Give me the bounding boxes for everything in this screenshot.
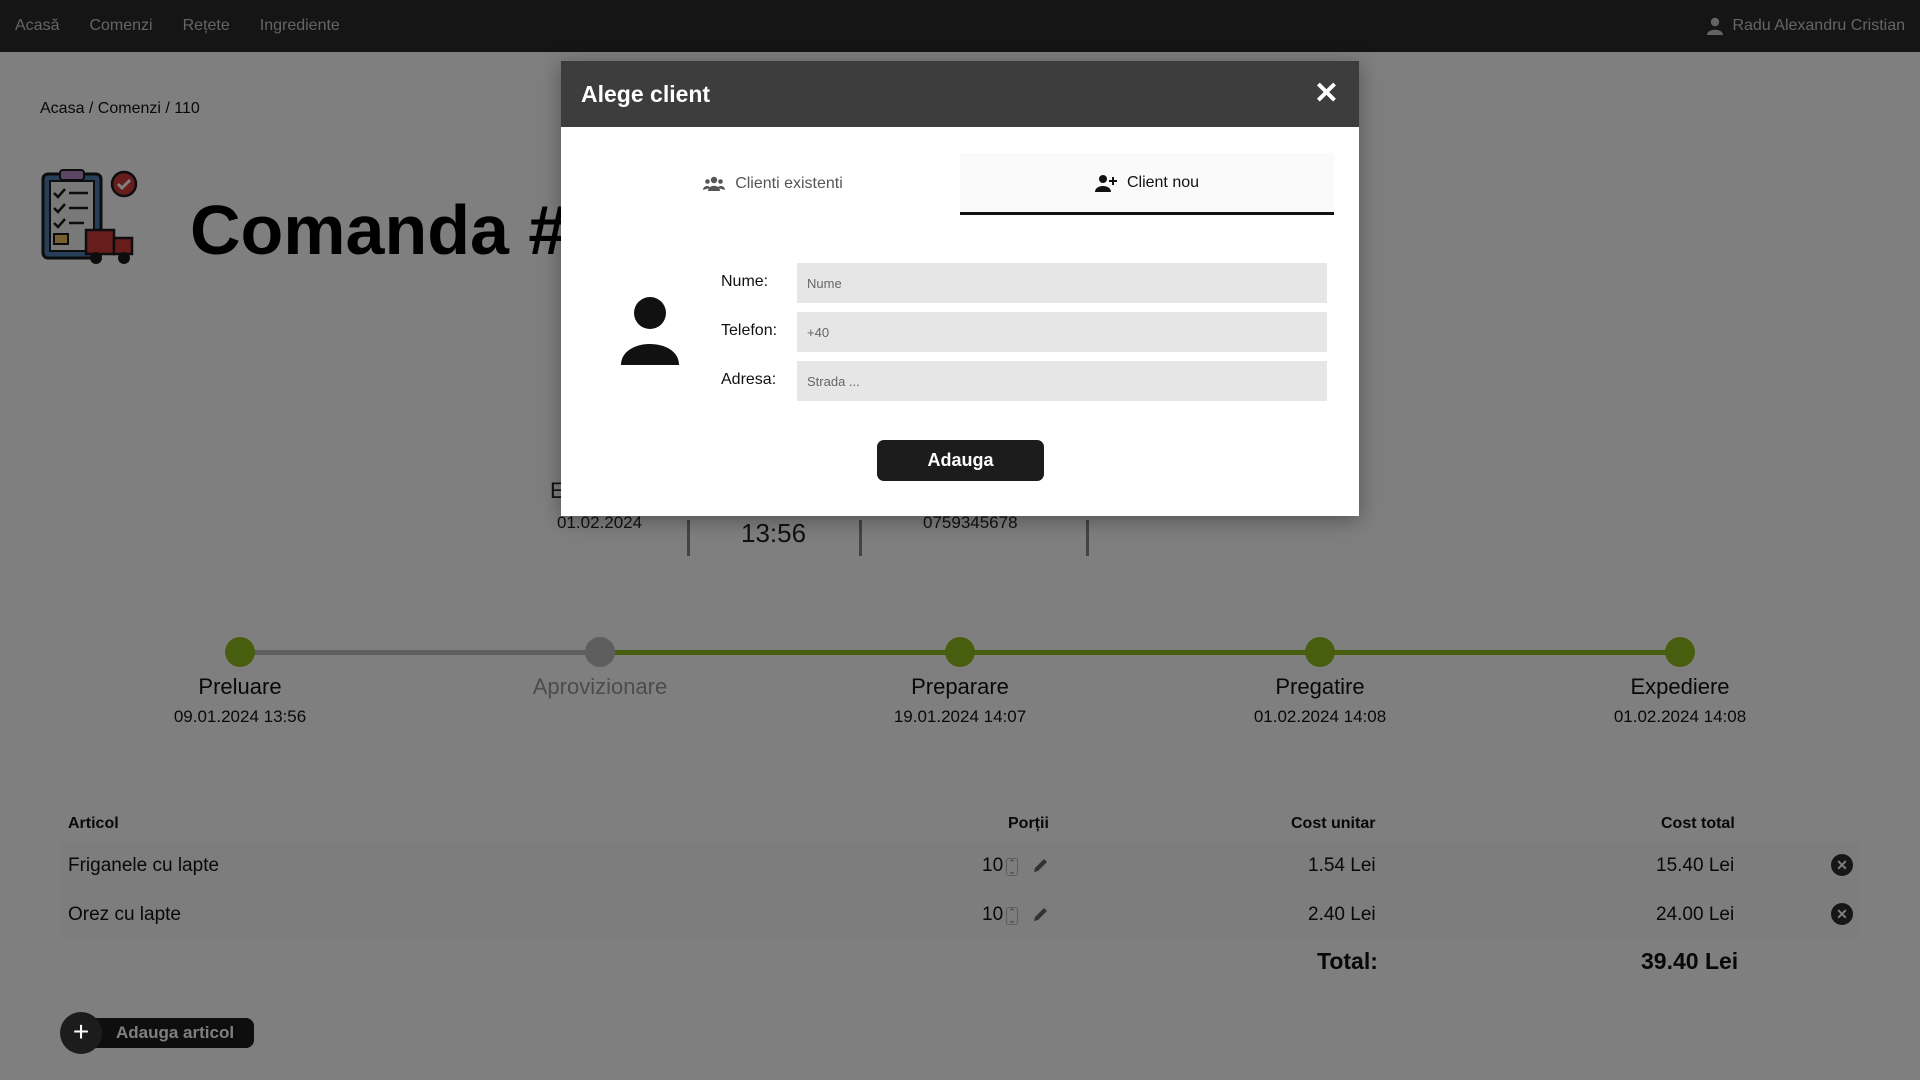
choose-client-modal: Alege client ✕ Clienti existenti Client … (561, 61, 1359, 516)
add-client-button[interactable]: Adauga (877, 440, 1044, 481)
plus-icon: + (60, 1012, 102, 1054)
tab-new-label: Client nou (1126, 173, 1200, 191)
user-avatar-icon (621, 297, 679, 365)
phone-input[interactable] (797, 312, 1327, 352)
client-tabs: Clienti existenti Client nou (586, 153, 1334, 215)
user-plus-icon (1094, 174, 1117, 192)
modal-title: Alege client (581, 80, 711, 107)
modal-header: Alege client (561, 61, 1359, 127)
tab-existing-clients[interactable]: Clienti existenti (586, 153, 960, 215)
phone-label: Telefon: (721, 322, 778, 339)
address-label: Adresa: (721, 371, 777, 388)
tab-new-client[interactable]: Client nou (960, 153, 1334, 215)
name-label: Nume: (721, 273, 769, 290)
name-input[interactable] (797, 263, 1327, 303)
users-group-icon (703, 176, 726, 191)
tab-existing-label: Clienti existenti (735, 175, 843, 192)
close-icon[interactable]: ✕ (1314, 79, 1339, 109)
address-input[interactable] (797, 361, 1327, 401)
